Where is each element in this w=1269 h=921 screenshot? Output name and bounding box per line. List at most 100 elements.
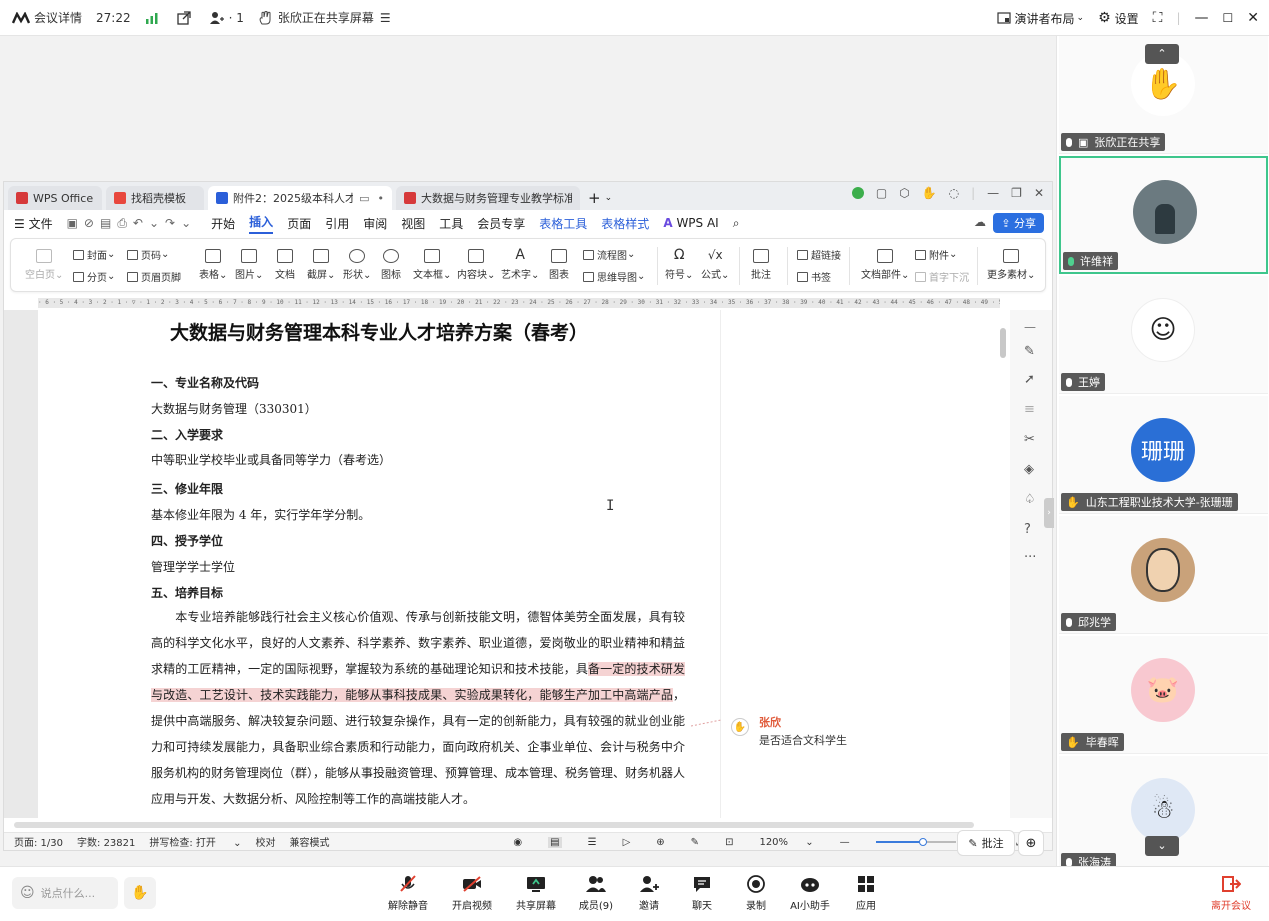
pen-view-icon[interactable]: ✎ xyxy=(691,837,699,848)
zoom-in-float-button[interactable]: ⊕ xyxy=(1018,830,1044,856)
maximize-icon[interactable]: ☐ xyxy=(1223,11,1234,25)
icon-button[interactable]: 图标 xyxy=(381,249,401,281)
document-button[interactable]: 文档 xyxy=(275,249,295,281)
page-view-icon[interactable]: ▤ xyxy=(548,836,562,848)
invite-button[interactable]: 邀请 xyxy=(619,875,679,912)
external-link-icon[interactable] xyxy=(176,10,195,25)
proofread-button[interactable]: 校对 xyxy=(256,834,276,849)
close-icon[interactable]: ✕ xyxy=(1247,10,1259,26)
horizontal-ruler[interactable]: · 6 · 5 · 4 · 3 · 2 · 1 · ▽ · 1 · 2 · 3 … xyxy=(38,298,1000,308)
participant-tile[interactable]: 许维祥 xyxy=(1059,156,1268,274)
dropcap-button[interactable]: 首字下沉 xyxy=(915,269,969,284)
tab-standard-doc[interactable]: 大数据与财务管理专业教学标准（高等 xyxy=(396,186,580,210)
chat-button[interactable]: 聊天 xyxy=(672,875,732,912)
cover-button[interactable]: 封面 ⌄ xyxy=(73,247,115,262)
participant-tile[interactable]: 邱兆学 xyxy=(1059,516,1268,634)
cube-icon[interactable]: ⬡ xyxy=(899,186,909,200)
hyperlink-button[interactable]: 超链接 xyxy=(797,247,841,262)
adjust-icon[interactable]: ≡ xyxy=(1024,402,1035,417)
formula-button[interactable]: √x 公式⌄ xyxy=(701,249,729,281)
minimize-icon[interactable]: — xyxy=(1195,10,1209,26)
tools-icon[interactable]: ✂ xyxy=(1024,432,1035,447)
upload-status-icon[interactable] xyxy=(851,187,864,199)
shape-button[interactable]: 形状⌄ xyxy=(343,249,371,281)
tab-close-dot-icon[interactable]: • xyxy=(378,192,385,205)
symbol-button[interactable]: Ω 符号⌄ xyxy=(665,248,693,281)
menu-table-style[interactable]: 表格样式 xyxy=(601,215,649,232)
menu-tools[interactable]: 工具 xyxy=(439,215,463,232)
tab-template[interactable]: 找稻壳模板 xyxy=(106,186,204,210)
menu-reference[interactable]: 引用 xyxy=(325,215,349,232)
ai-assistant-button[interactable]: AI小助手 xyxy=(780,875,840,912)
annotate-button[interactable]: 批注 xyxy=(751,249,771,281)
more-icon[interactable]: ··· xyxy=(1024,550,1036,565)
zoom-slider[interactable] xyxy=(875,838,956,846)
page-break-button[interactable]: 分页 ⌄ xyxy=(73,269,115,284)
picture-button[interactable]: 图片⌄ xyxy=(235,249,263,281)
raise-hand-button[interactable]: ✋ xyxy=(124,877,156,909)
panel-expand-handle[interactable]: › xyxy=(1044,498,1054,528)
spell-check-toggle[interactable]: 拼写检查: 打开 ⌄ xyxy=(149,834,241,849)
page-number-button[interactable]: 页码 ⌄ xyxy=(127,247,169,262)
zoom-level[interactable]: 120% ⌄ xyxy=(759,837,813,848)
edit-shape-icon[interactable]: ◈ xyxy=(1024,462,1034,477)
participant-count[interactable]: · 1 xyxy=(209,11,244,25)
screenshot-button[interactable]: 截屏⌄ xyxy=(307,249,335,281)
menu-member[interactable]: 会员专享 xyxy=(477,215,525,232)
scrollbar-thumb[interactable] xyxy=(1000,328,1006,358)
help-icon[interactable]: ? xyxy=(1024,522,1031,537)
more-material-button[interactable]: 更多素材⌄ xyxy=(987,249,1035,281)
layout-dropdown[interactable]: 演讲者布局 ⌄ xyxy=(996,10,1084,27)
menu-insert[interactable]: 插入 xyxy=(249,213,274,234)
unmute-button[interactable]: 解除静音 xyxy=(378,875,438,912)
tab-document-active[interactable]: 附件2：2025级本科人才培养 ▭ • xyxy=(208,186,392,210)
apps-button[interactable]: 应用 xyxy=(836,875,896,912)
share-button[interactable]: ⇪ 分享 xyxy=(993,213,1044,233)
start-video-button[interactable]: 开启视频 xyxy=(442,875,502,912)
wordart-button[interactable]: A 艺术字⌄ xyxy=(501,248,539,281)
fit-icon[interactable]: ⊡ xyxy=(725,837,733,848)
header-footer-button[interactable]: 页眉页脚 xyxy=(127,269,181,284)
comment-text[interactable]: 是否适合文科学生 xyxy=(759,732,847,748)
vertical-scrollbar[interactable] xyxy=(1000,322,1008,802)
menu-page[interactable]: 页面 xyxy=(287,215,311,232)
pen-icon[interactable]: ✎ xyxy=(1024,344,1035,359)
menu-view[interactable]: 视图 xyxy=(401,215,425,232)
new-tab-button[interactable]: + ⌄ xyxy=(588,186,612,210)
scrollbar-thumb[interactable] xyxy=(14,822,974,828)
zoom-slider-handle[interactable] xyxy=(918,838,927,846)
shirt-icon[interactable]: ♤ xyxy=(1024,492,1036,507)
table-button[interactable]: 表格⌄ xyxy=(199,249,227,281)
mindmap-button[interactable]: 思维导图 ⌄ xyxy=(583,269,645,284)
menu-review[interactable]: 审阅 xyxy=(363,215,387,232)
leave-meeting-button[interactable]: 离开会议 xyxy=(1211,875,1251,912)
scroll-up-button[interactable]: ⌃ xyxy=(1145,44,1179,64)
web-view-icon[interactable]: ⊕ xyxy=(656,837,664,848)
share-screen-button[interactable]: 共享屏幕 xyxy=(506,875,566,912)
menu-wps-ai[interactable]: A WPS AI xyxy=(663,216,718,230)
word-count[interactable]: 字数: 23821 xyxy=(77,834,135,849)
members-button[interactable]: 成员(9) xyxy=(566,875,626,912)
settings-button[interactable]: ⚙ 设置 xyxy=(1098,10,1139,27)
restore-icon[interactable]: ❐ xyxy=(1011,186,1022,200)
doc-parts-button[interactable]: 文档部件⌄ xyxy=(861,249,909,281)
participant-tile[interactable]: ☺ 王婷 xyxy=(1059,276,1268,394)
eye-icon[interactable]: ◉ xyxy=(513,837,522,848)
close-icon[interactable]: ✕ xyxy=(1034,186,1044,200)
dash-icon[interactable]: — xyxy=(1024,320,1036,334)
chart-button[interactable]: 图表 xyxy=(549,249,569,281)
tab-wps-office[interactable]: WPS Office xyxy=(8,186,102,210)
minimize-icon[interactable]: — xyxy=(987,186,999,200)
window-layout-icon[interactable]: ▢ xyxy=(876,186,887,200)
menu-home[interactable]: 开始 xyxy=(211,215,235,232)
cloud-icon[interactable]: ☁ xyxy=(974,215,986,229)
menu-table-tools[interactable]: 表格工具 xyxy=(539,215,587,232)
participant-tile[interactable]: 🐷 ✋ 毕春晖 xyxy=(1059,636,1268,754)
content-block-button[interactable]: 内容块⌄ xyxy=(457,249,495,281)
search-icon[interactable]: ⌕ xyxy=(733,216,740,231)
page-indicator[interactable]: 页面: 1/30 xyxy=(14,834,63,849)
hand-icon[interactable]: ✋ xyxy=(922,186,937,200)
bookmark-button[interactable]: 书签 xyxy=(797,269,831,284)
chat-quick-input[interactable]: ☺ 说点什么... xyxy=(12,877,118,909)
participant-tile[interactable]: 珊珊 ✋ 山东工程职业技术大学-张珊珊 xyxy=(1059,396,1268,514)
